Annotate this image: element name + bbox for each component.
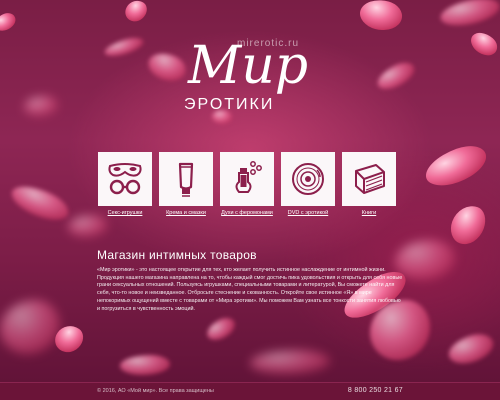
page-description: «Мир эротики» - это настоящее открытие д… (97, 267, 403, 312)
petal-decoration (446, 200, 490, 250)
category-dvd[interactable]: DVD с эротикой (281, 152, 335, 217)
footer-copyright: © 2016, АО «Мой мир». Все права защищены (97, 388, 214, 394)
petal-decoration (24, 96, 58, 116)
category-tile (281, 152, 335, 206)
petal-decoration (0, 10, 19, 34)
category-tile (159, 152, 213, 206)
petal-decoration (420, 140, 492, 192)
petal-decoration (102, 35, 146, 59)
perfume-bottle-icon (235, 161, 262, 193)
dvd-disc-icon (292, 163, 324, 195)
petal-decoration (250, 350, 330, 374)
petal-decoration (395, 240, 455, 280)
footer: © 2016, АО «Мой мир». Все права защищены… (0, 382, 500, 400)
petal-decoration (121, 0, 151, 26)
logo-subtitle: ЭРОТИКИ (184, 96, 275, 113)
petal-decoration (356, 0, 406, 35)
petal-decoration (203, 314, 239, 344)
book-icon (355, 164, 385, 194)
footer-phone[interactable]: 8 800 250 21 67 (348, 387, 403, 394)
petal-decoration (373, 58, 419, 94)
category-tile (342, 152, 396, 206)
site-logo[interactable]: Мир mirerotic.ru ЭРОТИКИ (180, 38, 340, 118)
petal-decoration (466, 27, 500, 61)
petal-decoration (438, 0, 500, 30)
category-perfume[interactable]: Духи с феромонами (220, 152, 274, 217)
petal-decoration (7, 178, 73, 228)
cream-tube-icon (178, 162, 194, 197)
category-creams[interactable]: Крема и смазки (159, 152, 213, 217)
petal-decoration (0, 300, 60, 354)
category-tile (98, 152, 152, 206)
category-tile (220, 152, 274, 206)
page-title: Магазин интимных товаров (97, 248, 257, 262)
category-menu: Секс-игрушки Крема и смазки Духи с фером (98, 152, 398, 222)
petal-decoration (445, 330, 497, 368)
category-books[interactable]: Книги (342, 152, 396, 217)
petal-decoration (120, 355, 170, 375)
category-label: Книги (361, 210, 377, 216)
logo-domain: mirerotic.ru (237, 38, 300, 49)
category-sex-toys[interactable]: Секс-игрушки (98, 152, 152, 217)
handcuffs-mask-icon (108, 163, 142, 195)
